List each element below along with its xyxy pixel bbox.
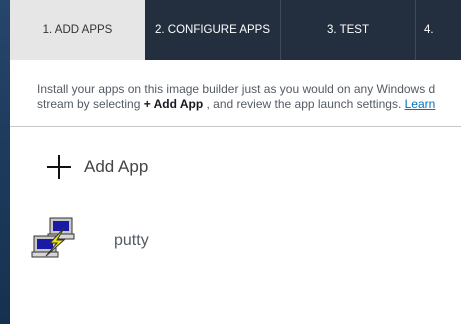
tab-test[interactable]: 3. TEST (281, 0, 416, 60)
plus-icon (44, 152, 74, 182)
app-window: 1. ADD APPS 2. CONFIGURE APPS 3. TEST 4.… (10, 0, 461, 324)
desktop-background (0, 0, 10, 324)
instructions-line-1: Install your apps on this image builder … (37, 82, 436, 96)
instructions-add-app-bold: + Add App (143, 97, 204, 111)
instructions-text: Install your apps on this image builder … (37, 82, 461, 112)
tab-configure-apps[interactable]: 2. CONFIGURE APPS (145, 0, 281, 60)
putty-icon (31, 217, 75, 258)
instructions-text-before: stream by selecting (37, 97, 144, 111)
app-name: putty (114, 232, 149, 249)
step-tabs: 1. ADD APPS 2. CONFIGURE APPS 3. TEST 4. (10, 0, 461, 60)
instructions-line-2: stream by selecting + Add App , and revi… (37, 97, 461, 112)
divider (10, 126, 461, 127)
learn-more-link[interactable]: Learn (405, 97, 436, 111)
app-item-putty[interactable]: putty (30, 216, 149, 266)
instructions-text-after: , and review the app launch settings. (203, 97, 405, 111)
tab-step-4[interactable]: 4. (416, 0, 461, 60)
tab-add-apps[interactable]: 1. ADD APPS (10, 0, 145, 60)
add-app-label: Add App (84, 157, 149, 176)
add-app-button[interactable]: Add App (44, 152, 148, 182)
